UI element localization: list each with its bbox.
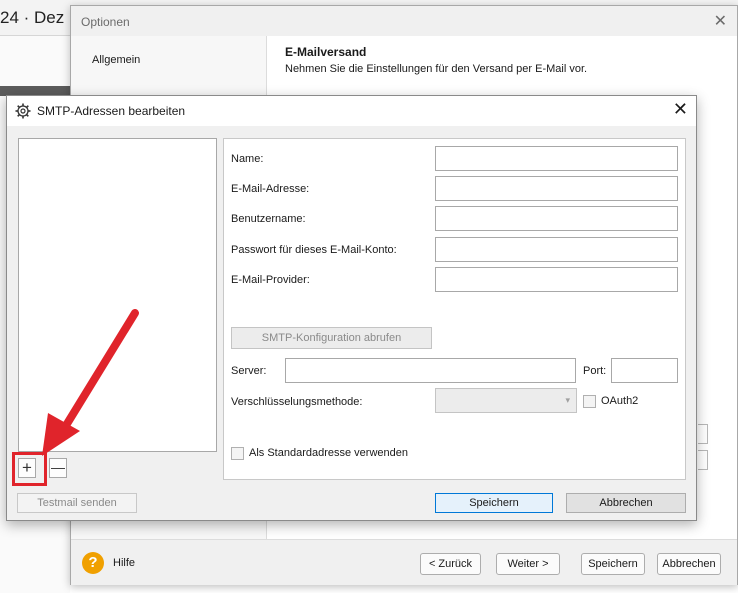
chevron-down-icon: ▾ bbox=[565, 395, 570, 405]
oauth-checkbox[interactable] bbox=[583, 395, 596, 408]
options-footer: ? Hilfe < Zurück Weiter > Speichern Abbr… bbox=[71, 539, 737, 585]
password-field[interactable] bbox=[435, 237, 678, 262]
server-field[interactable] bbox=[285, 358, 576, 383]
section-subheading: Nehmen Sie die Einstellungen für den Ver… bbox=[285, 63, 588, 75]
encryption-select[interactable]: ▾ bbox=[435, 388, 577, 413]
close-icon[interactable]: ✕ bbox=[673, 99, 688, 120]
smtp-dialog: SMTP-Adressen bearbeiten ✕ + — Testmail … bbox=[6, 95, 697, 521]
close-icon[interactable]: ✕ bbox=[714, 11, 727, 31]
smtp-cancel-button[interactable]: Abbrechen bbox=[566, 493, 686, 513]
smtp-dialog-title: SMTP-Adressen bearbeiten bbox=[37, 104, 186, 118]
oauth-label: OAuth2 bbox=[601, 395, 639, 407]
options-cancel-button[interactable]: Abbrechen bbox=[657, 553, 721, 575]
server-label: Server: bbox=[231, 365, 267, 377]
remove-address-button[interactable]: — bbox=[49, 458, 67, 478]
options-title: Optionen bbox=[81, 15, 130, 29]
partial-input bbox=[698, 450, 708, 470]
username-field[interactable] bbox=[435, 206, 678, 231]
next-button[interactable]: Weiter > bbox=[496, 553, 560, 575]
email-label: E-Mail-Adresse: bbox=[231, 183, 310, 195]
partial-controls bbox=[698, 424, 708, 476]
provider-label: E-Mail-Provider: bbox=[231, 274, 310, 286]
name-field[interactable] bbox=[435, 146, 678, 171]
default-address-checkbox[interactable] bbox=[231, 447, 244, 460]
password-label: Passwort für dieses E-Mail-Konto: bbox=[231, 244, 397, 256]
testmail-button[interactable]: Testmail senden bbox=[17, 493, 137, 513]
background-app-title: 24 · Dez bbox=[0, 8, 65, 27]
back-button[interactable]: < Zurück bbox=[420, 553, 481, 575]
port-field[interactable] bbox=[611, 358, 678, 383]
highlight-box bbox=[12, 452, 47, 486]
name-label: Name: bbox=[231, 153, 264, 165]
section-heading: E-Mailversand bbox=[285, 45, 367, 59]
email-field[interactable] bbox=[435, 176, 678, 201]
username-label: Benutzername: bbox=[231, 213, 306, 225]
smtp-form: Name: E-Mail-Adresse: Benutzername: Pass… bbox=[223, 138, 686, 480]
encryption-label: Verschlüsselungsmethode: bbox=[231, 396, 363, 408]
options-save-button[interactable]: Speichern bbox=[581, 553, 645, 575]
port-label: Port: bbox=[583, 365, 607, 377]
options-section-header: E-Mailversand Nehmen Sie die Einstellung… bbox=[285, 45, 587, 75]
nav-item-allgemein[interactable]: Allgemein bbox=[92, 54, 140, 66]
default-address-label: Als Standardadresse verwenden bbox=[249, 447, 408, 459]
options-titlebar: Optionen ✕ bbox=[71, 6, 737, 36]
help-icon[interactable]: ? bbox=[82, 552, 104, 574]
smtp-save-button[interactable]: Speichern bbox=[435, 493, 553, 513]
provider-field[interactable] bbox=[435, 267, 678, 292]
gear-icon bbox=[15, 103, 31, 119]
address-list[interactable] bbox=[18, 138, 217, 452]
fetch-config-button[interactable]: SMTP-Konfiguration abrufen bbox=[231, 327, 432, 349]
partial-input bbox=[698, 424, 708, 444]
help-label[interactable]: Hilfe bbox=[113, 557, 135, 569]
smtp-titlebar: SMTP-Adressen bearbeiten ✕ bbox=[7, 96, 696, 126]
